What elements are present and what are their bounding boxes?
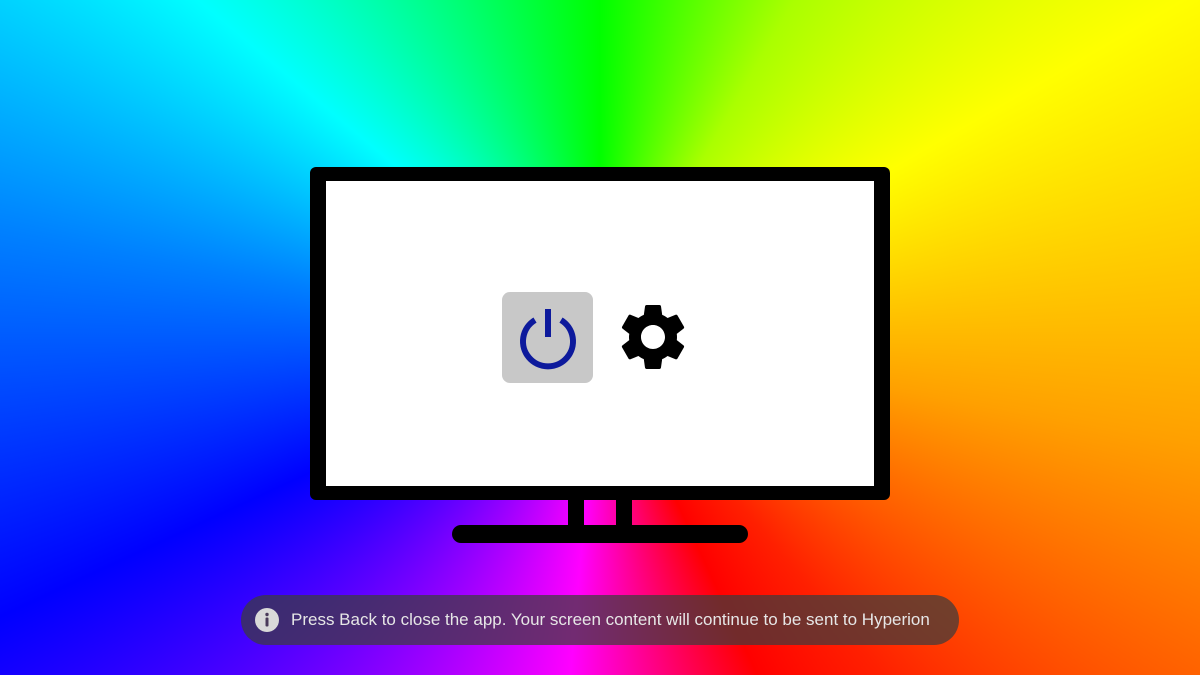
tv-stand-base xyxy=(452,525,748,543)
tv-illustration xyxy=(310,167,890,500)
toast-message: Press Back to close the app. Your screen… xyxy=(291,610,930,629)
power-button[interactable] xyxy=(502,292,593,383)
info-icon xyxy=(253,606,281,634)
settings-button[interactable] xyxy=(610,294,696,380)
power-icon xyxy=(519,308,576,369)
toast-notification: Press Back to close the app. Your screen… xyxy=(241,595,959,645)
tv-stand-neck xyxy=(568,498,632,528)
tv-screen xyxy=(326,181,874,486)
gear-icon xyxy=(621,305,685,369)
